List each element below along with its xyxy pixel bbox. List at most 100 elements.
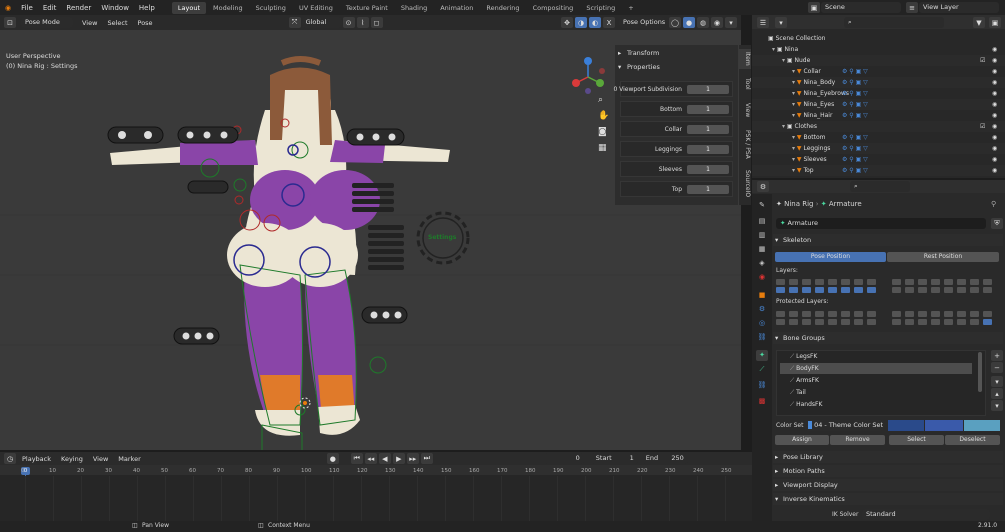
- tab-psk-psa[interactable]: PSK / PSA: [739, 127, 751, 161]
- tab-layout[interactable]: Layout: [171, 1, 206, 14]
- bone-group-menu-icon[interactable]: ▾: [991, 376, 1003, 387]
- prop-value-field[interactable]: 1: [687, 125, 729, 134]
- layer-toggle[interactable]: [892, 287, 901, 293]
- tab-scripting[interactable]: Scripting: [580, 2, 621, 14]
- material-shading-icon[interactable]: ◍: [697, 17, 709, 28]
- inverse-kinematics-section[interactable]: Inverse Kinematics: [773, 493, 1003, 505]
- jump-start-icon[interactable]: ⏮: [350, 453, 363, 464]
- layer-toggle[interactable]: [983, 319, 992, 325]
- layer-toggle[interactable]: [802, 287, 811, 293]
- layer-toggle[interactable]: [815, 311, 824, 317]
- navigation-gizmo[interactable]: [568, 55, 608, 97]
- menu-render[interactable]: Render: [61, 4, 96, 12]
- layer-toggle[interactable]: [983, 287, 992, 293]
- color-set-dropdown[interactable]: 04 - Theme Color Set: [804, 420, 884, 431]
- view-layer-tab-icon[interactable]: ▦: [756, 244, 768, 255]
- outliner-item[interactable]: ▾ ▼ Bottom ⚙ ⚲ ▣ ▽ ◉: [752, 132, 1005, 143]
- layer-toggle[interactable]: [944, 279, 953, 285]
- outliner-item[interactable]: ▾ ▼ Sleeves ⚙ ⚲ ▣ ▽ ◉: [752, 154, 1005, 165]
- layer-toggle[interactable]: [905, 319, 914, 325]
- menu-window[interactable]: Window: [96, 4, 134, 12]
- properties-editor-icon[interactable]: ⚙: [757, 181, 769, 192]
- remove-bone-group-icon[interactable]: −: [991, 362, 1003, 373]
- layer-toggle[interactable]: [802, 311, 811, 317]
- outliner-item[interactable]: ▾ ▼ Nina_Eyebrows ⚙ ⚲ ▣ ▽ ◉: [752, 88, 1005, 99]
- editor-type-icon[interactable]: ⊡: [4, 17, 16, 28]
- wireframe-shading-icon[interactable]: ◯: [669, 17, 681, 28]
- timeline-menu-playback[interactable]: Playback: [17, 455, 56, 463]
- tab-animation[interactable]: Animation: [434, 2, 479, 14]
- layer-toggle[interactable]: [854, 319, 863, 325]
- layer-toggle[interactable]: [970, 287, 979, 293]
- jump-key-back-icon[interactable]: ◂◂: [364, 453, 377, 464]
- prop-value-field[interactable]: 1: [687, 165, 729, 174]
- pin-icon[interactable]: ⚲: [991, 198, 996, 210]
- layer-toggle[interactable]: [892, 311, 901, 317]
- viewport-menu-pose[interactable]: Pose: [133, 19, 158, 27]
- outliner-search-input[interactable]: ⌕: [844, 17, 944, 28]
- physics-tab-icon[interactable]: ◎: [756, 318, 768, 329]
- object-tab-icon[interactable]: ■: [756, 290, 768, 301]
- eye-visibility-icon[interactable]: ◉: [992, 55, 997, 66]
- eye-visibility-icon[interactable]: ◉: [992, 99, 997, 110]
- layer-toggle[interactable]: [776, 311, 785, 317]
- armature-data-tab-icon[interactable]: ✦: [756, 350, 768, 361]
- display-mode-icon[interactable]: ▾: [775, 17, 787, 28]
- outliner-scene-collection[interactable]: ▣ Scene Collection: [752, 33, 1005, 44]
- fake-user-icon[interactable]: ⛨: [991, 218, 1003, 229]
- layer-toggle[interactable]: [944, 319, 953, 325]
- pivot-icon[interactable]: ⊙: [342, 17, 355, 28]
- tab-sourceio[interactable]: SourceIO: [739, 167, 751, 201]
- motion-paths-section[interactable]: Motion Paths: [773, 465, 1003, 477]
- tool-tab-icon[interactable]: ✎: [756, 200, 768, 211]
- outliner-item[interactable]: ▾ ▣ Nude ☑ ◉: [752, 55, 1005, 66]
- eye-visibility-icon[interactable]: ◉: [992, 44, 997, 55]
- proportional-icon[interactable]: ◻: [370, 17, 383, 28]
- rendered-shading-icon[interactable]: ◉: [711, 17, 723, 28]
- start-frame-field[interactable]: Start 1: [591, 453, 638, 464]
- layer-toggle[interactable]: [918, 311, 927, 317]
- layer-toggle[interactable]: [815, 287, 824, 293]
- new-collection-icon[interactable]: ▣: [989, 17, 1001, 28]
- prop-value-field[interactable]: 1: [687, 105, 729, 114]
- grid-view-icon[interactable]: ▦: [598, 143, 607, 153]
- timeline-menu-keying[interactable]: Keying: [56, 455, 88, 463]
- eye-visibility-icon[interactable]: ◉: [992, 66, 997, 77]
- render-tab-icon[interactable]: ▤: [756, 216, 768, 227]
- prop-value-field[interactable]: 1: [687, 145, 729, 154]
- end-frame-field[interactable]: End 250: [641, 453, 688, 464]
- layer-toggle[interactable]: [905, 311, 914, 317]
- layer-toggle[interactable]: [776, 319, 785, 325]
- eye-visibility-icon[interactable]: ◉: [992, 132, 997, 143]
- layer-toggle[interactable]: [905, 279, 914, 285]
- color-swatch-select[interactable]: [925, 420, 963, 431]
- rest-position-button[interactable]: Rest Position: [887, 252, 999, 262]
- viewport-menu-select[interactable]: Select: [102, 19, 132, 27]
- layer-toggle[interactable]: [931, 287, 940, 293]
- snap-icon[interactable]: ⌇: [356, 17, 369, 28]
- output-tab-icon[interactable]: ▥: [756, 230, 768, 241]
- tab-tool[interactable]: Tool: [739, 75, 751, 93]
- modifier-tab-icon[interactable]: ⚙: [756, 304, 768, 315]
- tab-texture-paint[interactable]: Texture Paint: [340, 2, 394, 14]
- layer-toggle[interactable]: [970, 279, 979, 285]
- layer-toggle[interactable]: [815, 279, 824, 285]
- eye-visibility-icon[interactable]: ◉: [992, 143, 997, 154]
- layer-toggle[interactable]: [867, 319, 876, 325]
- bone-group-list-scrollbar[interactable]: [978, 352, 982, 392]
- ik-solver-dropdown[interactable]: Standard: [862, 509, 990, 520]
- outliner-item[interactable]: ▾ ▼ Leggings ⚙ ⚲ ▣ ▽ ◉: [752, 143, 1005, 154]
- layer-toggle[interactable]: [944, 287, 953, 293]
- layer-toggle[interactable]: [918, 287, 927, 293]
- layer-toggle[interactable]: [854, 287, 863, 293]
- layer-toggle[interactable]: [789, 319, 798, 325]
- tab-rendering[interactable]: Rendering: [480, 2, 525, 14]
- current-frame-field[interactable]: 0: [543, 453, 584, 464]
- solid-shading-icon[interactable]: ●: [683, 17, 695, 28]
- view-layer-icon[interactable]: ≡: [906, 2, 918, 13]
- properties-section[interactable]: Properties: [615, 61, 738, 73]
- layer-toggle[interactable]: [828, 311, 837, 317]
- layer-toggle[interactable]: [841, 287, 850, 293]
- outliner-item[interactable]: ▾ ▼ Nina_Body ⚙ ⚲ ▣ ▽ ◉: [752, 77, 1005, 88]
- layer-toggle[interactable]: [867, 287, 876, 293]
